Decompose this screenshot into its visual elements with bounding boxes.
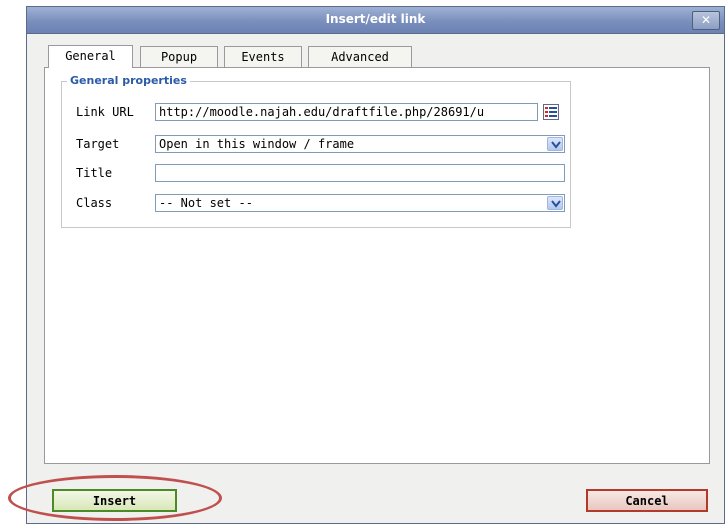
title-label: Title xyxy=(76,166,113,180)
target-select[interactable]: Open in this window / frame xyxy=(155,135,565,153)
chevron-down-icon[interactable] xyxy=(547,137,563,151)
target-selected-value: Open in this window / frame xyxy=(159,137,355,151)
tab-general[interactable]: General xyxy=(48,45,133,68)
close-icon: ✕ xyxy=(700,13,712,27)
target-label: Target xyxy=(76,137,120,151)
dialog-titlebar[interactable]: Insert/edit link ✕ xyxy=(27,7,724,34)
fieldset-legend: General properties xyxy=(67,74,190,87)
browse-list-icon[interactable] xyxy=(543,104,559,120)
tab-popup[interactable]: Popup xyxy=(140,46,218,67)
link-url-input[interactable]: http://moodle.najah.edu/draftfile.php/28… xyxy=(155,103,538,121)
class-label: Class xyxy=(76,196,113,210)
tab-events[interactable]: Events xyxy=(224,46,302,67)
chevron-down-icon[interactable] xyxy=(547,196,563,210)
tab-advanced[interactable]: Advanced xyxy=(308,46,412,67)
close-button[interactable]: ✕ xyxy=(692,11,720,30)
class-selected-value: -- Not set -- xyxy=(159,196,253,210)
title-input[interactable] xyxy=(155,164,565,182)
general-tab-panel: General properties Link URL http://moodl… xyxy=(44,67,710,464)
link-url-label: Link URL xyxy=(76,105,134,119)
insert-button[interactable]: Insert xyxy=(52,489,177,512)
class-select[interactable]: -- Not set -- xyxy=(155,194,565,212)
dialog-title: Insert/edit link xyxy=(325,12,426,26)
cancel-button[interactable]: Cancel xyxy=(586,489,708,512)
